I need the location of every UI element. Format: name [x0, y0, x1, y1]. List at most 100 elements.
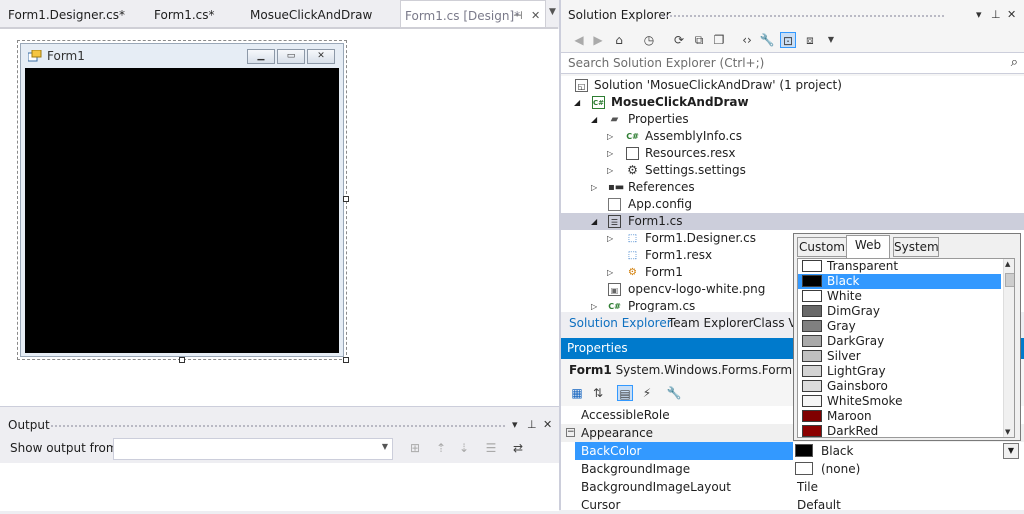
collapse-all-icon[interactable]: ⧉ [691, 32, 707, 48]
color-option-white[interactable]: White [798, 289, 1001, 304]
property-row-backgroundimagelayout[interactable]: BackgroundImageLayout Tile [561, 478, 1024, 496]
color-option-darkred[interactable]: DarkRed [798, 424, 1001, 437]
tab-web[interactable]: Web [846, 235, 890, 258]
collapsed-arrow-icon[interactable]: ▷ [607, 230, 617, 247]
color-option-label: WhiteSmoke [827, 394, 903, 408]
collapsed-arrow-icon[interactable]: ▷ [607, 128, 617, 145]
image-swatch [795, 462, 813, 475]
property-row-backgroundimage[interactable]: BackgroundImage (none) [561, 460, 1024, 478]
collapse-icon[interactable]: − [566, 428, 575, 437]
scroll-thumb[interactable] [1005, 273, 1014, 287]
categorized-icon[interactable]: ▦ [569, 385, 585, 401]
dropdown-icon[interactable]: ▾ [976, 8, 982, 21]
property-row-cursor[interactable]: Cursor Default [561, 496, 1024, 514]
tree-item-references[interactable]: ▷ ▪▬ References [561, 179, 1024, 196]
form-title: Form1 [47, 49, 85, 63]
color-list-scrollbar[interactable]: ▲ ▼ [1003, 259, 1014, 437]
clear-all-icon[interactable]: ☰ [483, 440, 499, 456]
color-option-black[interactable]: Black [798, 274, 1001, 289]
color-option-gray[interactable]: Gray [798, 319, 1001, 334]
pin-icon[interactable]: ⊥ [991, 8, 1001, 21]
color-option-transparent[interactable]: Transparent [798, 259, 1001, 274]
close-window-icon[interactable]: ✕ [307, 49, 335, 64]
word-wrap-icon[interactable]: ⇄ [510, 440, 526, 456]
expanded-arrow-icon[interactable]: ◢ [591, 213, 601, 230]
tab-team-explorer[interactable]: Team Explorer [668, 316, 754, 330]
color-option-gainsboro[interactable]: Gainsboro [798, 379, 1001, 394]
tree-item-solution[interactable]: ◱ Solution 'MosueClickAndDraw' (1 projec… [561, 77, 1024, 94]
csharp-designer-icon: ⬚ [627, 233, 638, 244]
resize-handle-corner[interactable] [343, 357, 349, 363]
resize-handle-right[interactable] [343, 196, 349, 202]
color-option-dimgray[interactable]: DimGray [798, 304, 1001, 319]
property-pages-icon[interactable]: 🔧 [666, 385, 682, 401]
tab-solution-explorer[interactable]: Solution Explorer [569, 316, 672, 330]
home-icon[interactable]: ⌂ [611, 32, 627, 48]
color-option-darkgray[interactable]: DarkGray [798, 334, 1001, 349]
tab-form1-cs-design-label: Form1.cs [Design]* [405, 9, 521, 23]
sync-icon[interactable]: ⟳ [671, 32, 687, 48]
color-option-label: Transparent [827, 259, 899, 273]
alphabetical-icon[interactable]: ⇅ [590, 385, 606, 401]
color-option-whitesmoke[interactable]: WhiteSmoke [798, 394, 1001, 409]
close-icon[interactable]: ✕ [1007, 8, 1016, 21]
chevron-down-icon[interactable]: ▼ [823, 32, 839, 48]
chevron-down-icon[interactable]: ▼ [549, 7, 556, 17]
tree-item-resources[interactable]: ▷ Resources.resx [561, 145, 1024, 162]
tree-item-app-config[interactable]: App.config [561, 196, 1024, 213]
show-output-from-select[interactable]: ▼ [113, 438, 393, 460]
prev-message-icon[interactable]: ⇡ [433, 440, 449, 456]
events-icon[interactable]: ⚡ [639, 385, 655, 401]
output-text-area[interactable] [0, 463, 559, 511]
view-code-icon[interactable]: ‹› [739, 32, 755, 48]
collapsed-arrow-icon[interactable]: ▷ [607, 264, 617, 281]
color-option-silver[interactable]: Silver [798, 349, 1001, 364]
pending-changes-icon[interactable]: ◷ [641, 32, 657, 48]
color-list: Transparent Black White DimGray Gray DarkGray… [797, 258, 1015, 438]
copy-icon[interactable]: ❐ [711, 32, 727, 48]
form1-window[interactable]: Form1 ▁ ▭ ✕ [20, 43, 344, 357]
pin-icon[interactable]: ⊥ [527, 418, 537, 431]
search-icon[interactable]: ⌕ [1011, 55, 1018, 70]
color-option-label: White [827, 289, 862, 303]
collapsed-arrow-icon[interactable]: ▷ [607, 162, 617, 179]
collapsed-arrow-icon[interactable]: ▷ [591, 179, 601, 196]
close-icon[interactable]: ✕ [543, 418, 552, 431]
property-row-backcolor[interactable]: BackColor Black ▼ [561, 442, 1024, 460]
view-designer-icon[interactable]: ⊡ [780, 32, 796, 48]
tab-mosueclickanddraw[interactable]: MosueClickAndDraw [250, 0, 372, 28]
tree-item-properties[interactable]: ◢ ▰ Properties [561, 111, 1024, 128]
tab-system[interactable]: System [893, 237, 939, 257]
forward-icon[interactable]: ▶ [590, 32, 606, 48]
color-option-lightgray[interactable]: LightGray [798, 364, 1001, 379]
tree-item-form1-cs[interactable]: ◢ ☰ Form1.cs [561, 213, 1024, 230]
minimize-icon[interactable]: ▁ [247, 49, 275, 64]
tab-form1-cs[interactable]: Form1.cs* [154, 0, 215, 28]
dropdown-icon[interactable]: ▾ [512, 418, 518, 431]
resize-handle-bottom[interactable] [179, 357, 185, 363]
solution-explorer-search[interactable]: Search Solution Explorer (Ctrl+;) ⌕ [561, 52, 1024, 74]
back-icon[interactable]: ◀ [571, 32, 587, 48]
expanded-arrow-icon[interactable]: ◢ [574, 94, 584, 111]
next-message-icon[interactable]: ⇣ [456, 440, 472, 456]
tab-custom[interactable]: Custom [797, 237, 847, 257]
collapsed-arrow-icon[interactable]: ▷ [607, 145, 617, 162]
tree-item-assemblyinfo[interactable]: ▷ C# AssemblyInfo.cs [561, 128, 1024, 145]
scroll-up-icon[interactable]: ▲ [1005, 260, 1010, 268]
tree-item-settings[interactable]: ▷ ⚙ Settings.settings [561, 162, 1024, 179]
tab-form1-designer-cs[interactable]: Form1.Designer.cs* [8, 0, 125, 28]
properties-view-icon[interactable]: ▤ [617, 385, 633, 401]
class-diagram-icon[interactable]: ⧈ [802, 32, 818, 48]
maximize-icon[interactable]: ▭ [277, 49, 305, 64]
properties-object-selector[interactable]: Form1 System.Windows.Forms.Form [569, 363, 792, 377]
color-option-maroon[interactable]: Maroon [798, 409, 1001, 424]
form-client-area[interactable] [25, 68, 339, 353]
tree-item-project[interactable]: ◢ C# MosueClickAndDraw [561, 94, 1024, 111]
tab-form1-cs-design[interactable]: Form1.cs [Design]* ⊣ ✕ [400, 0, 546, 28]
show-output-label: Show output from: [10, 441, 122, 455]
expanded-arrow-icon[interactable]: ◢ [591, 111, 601, 128]
wrench-icon[interactable]: 🔧 [759, 32, 775, 48]
chevron-down-icon[interactable]: ▼ [1003, 443, 1019, 459]
scroll-down-icon[interactable]: ▼ [1005, 428, 1010, 436]
find-message-icon[interactable]: ⊞ [407, 440, 423, 456]
